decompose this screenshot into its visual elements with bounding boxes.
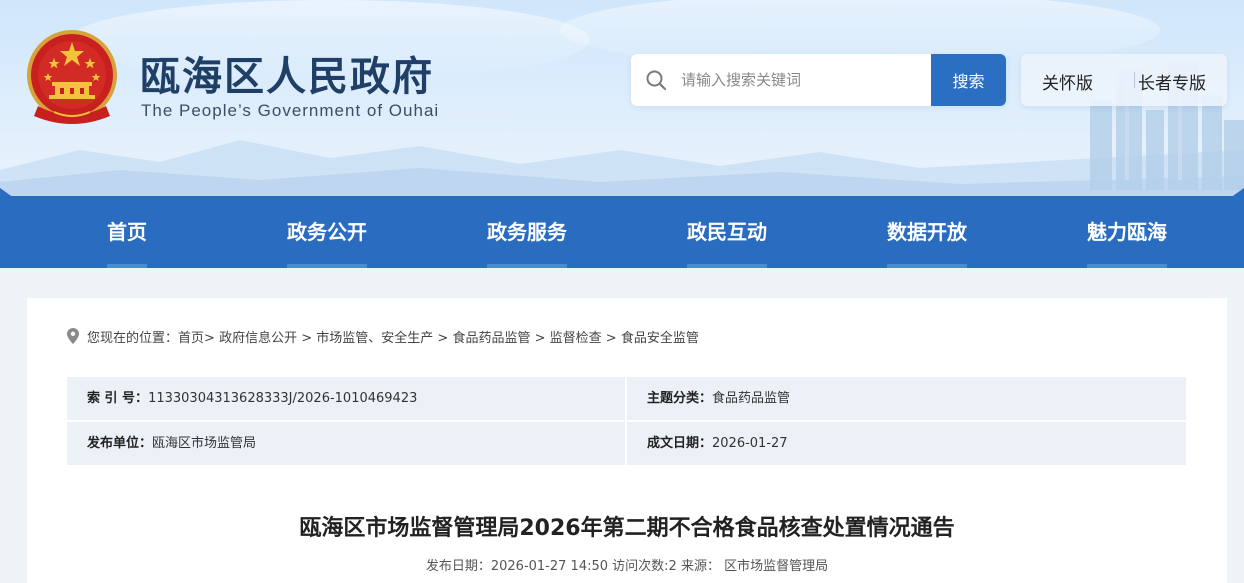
publish-date-value: 2026-01-27 14:50 xyxy=(490,559,609,574)
search-icon xyxy=(646,70,667,91)
national-emblem-icon xyxy=(27,30,117,124)
care-mode-link[interactable]: 关怀版 xyxy=(1042,69,1093,94)
meta-index: 索 引 号：11330304313628333J/2026-1010469423 xyxy=(67,377,625,420)
nav-item-label: 政务公开 xyxy=(287,220,367,244)
site-subtitle: The People’s Government of Ouhai xyxy=(141,101,440,120)
meta-index-value: 11330304313628333J/2026-1010469423 xyxy=(148,391,418,406)
meta-date-key: 成文日期： xyxy=(647,436,713,451)
nav-underline xyxy=(487,264,567,268)
breadcrumb-separator: > xyxy=(297,331,317,346)
nav-underline xyxy=(687,264,767,268)
breadcrumb-food-safety[interactable]: 食品安全监管 xyxy=(621,331,699,346)
nav-underline xyxy=(887,264,967,268)
nav-item-gov-affairs[interactable]: 政务公开 xyxy=(287,196,367,268)
article-info: 发布日期：2026-01-27 14:50 访问次数:2 来源： 区市场监督管理… xyxy=(27,555,1227,574)
meta-category: 主题分类：食品药品监管 xyxy=(627,377,1186,420)
nav-item-charm-ouhai[interactable]: 魅力瓯海 xyxy=(1087,196,1167,268)
meta-category-key: 主题分类： xyxy=(647,391,713,406)
meta-table: 索 引 号：11330304313628333J/2026-1010469423… xyxy=(67,377,1186,465)
nav-underline xyxy=(1087,264,1167,268)
search-input[interactable] xyxy=(681,54,931,106)
nav-item-label: 魅力瓯海 xyxy=(1087,220,1167,244)
breadcrumb-separator: > xyxy=(204,331,220,346)
meta-publisher: 发布单位：瓯海区市场监管局 xyxy=(67,422,625,465)
nav-item-label: 数据开放 xyxy=(887,220,967,244)
meta-category-value: 食品药品监管 xyxy=(712,391,791,406)
mode-divider xyxy=(1134,72,1135,88)
nav-item-gov-services[interactable]: 政务服务 xyxy=(487,196,567,268)
visits-label: 访问次数: xyxy=(612,559,669,574)
meta-date-value: 2026-01-27 xyxy=(712,436,788,451)
main-nav: 首页 政务公开 政务服务 政民互动 数据开放 魅力瓯海 xyxy=(0,196,1244,268)
breadcrumb-separator: > xyxy=(530,331,550,346)
meta-publisher-value: 瓯海区市场监管局 xyxy=(152,436,257,451)
breadcrumb-gov-info[interactable]: 政府信息公开 xyxy=(219,331,297,346)
source-value: 区市场监督管理局 xyxy=(724,559,829,574)
visits-value: 2 xyxy=(668,559,677,574)
nav-underline xyxy=(287,264,367,268)
nav-item-interaction[interactable]: 政民互动 xyxy=(687,196,767,268)
search-button[interactable]: 搜索 xyxy=(931,54,1006,106)
meta-date: 成文日期：2026-01-27 xyxy=(627,422,1186,465)
content-card: 您现在的位置：首页> 政府信息公开 > 市场监管、安全生产 > 食品药品监管 >… xyxy=(27,298,1227,583)
site-title: 瓯海区人民政府 xyxy=(140,54,434,100)
elder-mode-link[interactable]: 长者专版 xyxy=(1138,69,1206,94)
breadcrumb-food-drug[interactable]: 食品药品监管 xyxy=(452,331,530,346)
publish-date-label: 发布日期： xyxy=(425,559,491,574)
nav-item-label: 政务服务 xyxy=(487,220,567,244)
breadcrumb-separator: > xyxy=(433,331,453,346)
nav-item-home[interactable]: 首页 xyxy=(107,196,147,268)
nav-item-open-data[interactable]: 数据开放 xyxy=(887,196,967,268)
meta-index-key: 索 引 号： xyxy=(87,391,149,406)
breadcrumb-prefix: 您现在的位置： xyxy=(87,331,179,346)
breadcrumb-inspection[interactable]: 监督检查 xyxy=(550,331,602,346)
source-label: 来源： xyxy=(680,559,720,574)
nav-underline xyxy=(107,264,147,268)
breadcrumb-market-safety[interactable]: 市场监管、安全生产 xyxy=(316,331,433,346)
meta-publisher-key: 发布单位： xyxy=(87,436,153,451)
nav-item-label: 首页 xyxy=(107,220,147,244)
location-pin-icon xyxy=(67,328,79,344)
mode-switcher: 关怀版 长者专版 xyxy=(1021,54,1227,106)
breadcrumb-home[interactable]: 首页 xyxy=(178,331,204,346)
search-box: 搜索 xyxy=(631,54,1006,106)
breadcrumb-separator: > xyxy=(601,331,621,346)
article-title: 瓯海区市场监督管理局2026年第二期不合格食品核查处置情况通告 xyxy=(299,516,955,541)
nav-item-label: 政民互动 xyxy=(687,220,767,244)
site-header: 瓯海区人民政府 The People’s Government of Ouhai… xyxy=(0,0,1244,200)
